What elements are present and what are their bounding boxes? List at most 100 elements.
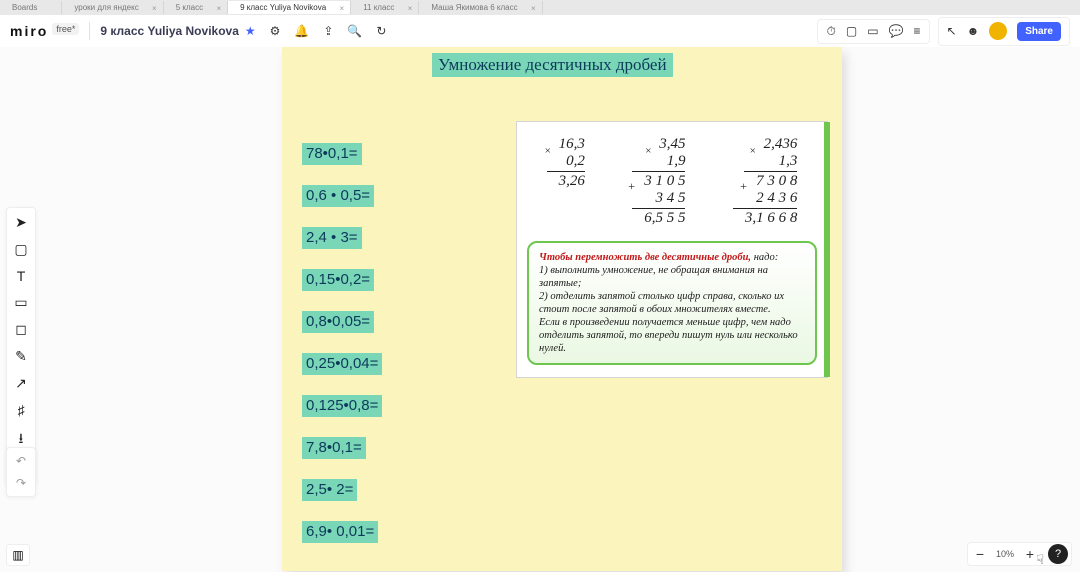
tab-lessons[interactable]: уроки для яндекс × bbox=[62, 1, 163, 14]
tab-9class[interactable]: 9 класс Yuliya Novikova× bbox=[228, 1, 351, 14]
header-collab: ↖ ☻ Share bbox=[938, 17, 1071, 46]
zoom-control: − 10% + ? bbox=[967, 542, 1072, 566]
select-tool-icon[interactable]: ➤ bbox=[15, 214, 27, 231]
comments-icon[interactable]: 💬 bbox=[889, 24, 904, 38]
tool-palette: ➤ ▢ T ▭ ◻ ✎ ↗ ♯ ⭳ ⋯ bbox=[6, 207, 36, 486]
tab-label: Boards bbox=[12, 3, 37, 12]
rule-text: Чтобы перемножить две десятичные дроби, … bbox=[527, 241, 817, 365]
partial: 3 4 5 bbox=[655, 190, 685, 206]
multiplier: 0,2 bbox=[566, 153, 585, 169]
zoom-level[interactable]: 10% bbox=[992, 549, 1018, 559]
plan-badge[interactable]: free* bbox=[52, 23, 79, 35]
note-title[interactable]: Умножение десятичных дробей bbox=[432, 53, 673, 77]
rule-text-part: 2) отделить запятой столько цифр справа,… bbox=[539, 291, 784, 315]
rule-lead: Чтобы перемножить две десятичные дроби, bbox=[539, 252, 751, 263]
text-tool-icon[interactable]: T bbox=[17, 268, 26, 284]
equation[interactable]: 0,6 • 0,5= bbox=[302, 185, 374, 207]
tab-11class[interactable]: 11 класс × bbox=[351, 1, 419, 14]
rule-text-part: Если в произведении получается меньше ци… bbox=[539, 317, 798, 354]
app-header: miro free* 9 класс Yuliya Novikova ★ ⚙ 🔔… bbox=[0, 15, 1080, 48]
close-icon[interactable]: × bbox=[408, 2, 413, 15]
example-3: ×2,436 1,3 +7 3 0 8 2 4 3 6 3,1 6 6 8 bbox=[733, 136, 798, 227]
tab-masha[interactable]: Маша Якимова 6 класс × bbox=[419, 1, 542, 14]
history-icon[interactable]: ↻ bbox=[376, 24, 386, 38]
board-title[interactable]: 9 класс Yuliya Novikova bbox=[100, 24, 239, 38]
export-icon[interactable]: ⇪ bbox=[323, 24, 333, 38]
partial: 3 1 0 5 bbox=[644, 173, 685, 189]
rule-text-part: 1) выполнить умножение, не обращая внима… bbox=[539, 265, 768, 289]
times-icon: × bbox=[645, 143, 651, 160]
multiplicand: 2,436 bbox=[764, 136, 798, 152]
plus-icon: + bbox=[628, 178, 635, 195]
list-icon[interactable]: ≡ bbox=[913, 24, 920, 38]
product: 3,26 bbox=[559, 173, 585, 189]
reactions-icon[interactable]: ☻ bbox=[967, 24, 980, 38]
equation[interactable]: 78•0,1= bbox=[302, 143, 362, 165]
product: 3,1 6 6 8 bbox=[745, 210, 798, 226]
multiplicand: 3,45 bbox=[659, 136, 685, 152]
templates-icon[interactable]: ▢ bbox=[14, 241, 27, 258]
example-1: ×16,3 0,2 3,26 bbox=[547, 136, 585, 227]
multiplicand: 16,3 bbox=[559, 136, 585, 152]
browser-tabstrip: Boards уроки для яндекс × 5 класс × 9 клас… bbox=[0, 0, 1080, 15]
tab-label: 11 класс bbox=[363, 3, 394, 12]
present-icon[interactable]: ▭ bbox=[867, 24, 878, 38]
search-icon[interactable]: 🔍 bbox=[347, 24, 362, 38]
equation[interactable]: 0,25•0,04= bbox=[302, 353, 382, 375]
example-2: ×3,45 1,9 +3 1 0 5 3 4 5 6,5 5 5 bbox=[632, 136, 685, 227]
times-icon: × bbox=[750, 143, 756, 160]
line-tool-icon[interactable]: ↗ bbox=[15, 375, 27, 392]
equation[interactable]: 7,8•0,1= bbox=[302, 437, 366, 459]
partial: 7 3 0 8 bbox=[756, 173, 797, 189]
header-right-tools: ⏱ ▢ ▭ 💬 ≡ bbox=[817, 19, 929, 44]
settings-icon[interactable]: ⚙ bbox=[270, 24, 281, 38]
rule-text-part: надо: bbox=[751, 252, 778, 263]
tab-5class[interactable]: 5 класс × bbox=[164, 1, 228, 14]
shapes-tool-icon[interactable]: ◻ bbox=[15, 321, 27, 338]
bell-icon[interactable]: 🔔 bbox=[294, 24, 309, 38]
close-icon[interactable]: × bbox=[531, 2, 536, 15]
zoom-out-button[interactable]: − bbox=[968, 546, 992, 562]
equation[interactable]: 0,8•0,05= bbox=[302, 311, 374, 333]
minimap-toggle[interactable]: ▥ bbox=[6, 544, 30, 566]
product: 6,5 5 5 bbox=[644, 210, 685, 226]
equation[interactable]: 0,125•0,8= bbox=[302, 395, 382, 417]
equation[interactable]: 2,5• 2= bbox=[302, 479, 357, 501]
miro-logo[interactable]: miro bbox=[10, 23, 48, 39]
redo-icon[interactable]: ↷ bbox=[16, 476, 26, 490]
avatar[interactable] bbox=[989, 22, 1007, 40]
tab-label: уроки для яндекс bbox=[74, 3, 138, 12]
close-icon[interactable]: × bbox=[152, 2, 157, 15]
undo-redo: ↶ ↷ bbox=[6, 447, 36, 497]
panel-accent bbox=[824, 122, 830, 377]
canvas[interactable]: ➤ ▢ T ▭ ◻ ✎ ↗ ♯ ⭳ ⋯ ↶ ↷ Умножение десяти… bbox=[0, 47, 1080, 572]
header-actions: ⚙ 🔔 ⇪ 🔍 ↻ bbox=[270, 24, 387, 38]
undo-icon[interactable]: ↶ bbox=[16, 454, 26, 468]
sticky-tool-icon[interactable]: ▭ bbox=[14, 294, 27, 311]
partial: 2 4 3 6 bbox=[756, 190, 797, 206]
tab-label: Маша Якимова 6 класс bbox=[431, 3, 517, 12]
slides-icon[interactable]: ▢ bbox=[846, 24, 857, 38]
pen-tool-icon[interactable]: ✎ bbox=[15, 348, 27, 365]
sticky-note[interactable]: Умножение десятичных дробей 78•0,1= 0,6 … bbox=[282, 47, 842, 571]
timer-icon[interactable]: ⏱ bbox=[826, 24, 835, 39]
equation[interactable]: 2,4 • 3= bbox=[302, 227, 362, 249]
worked-examples: ×16,3 0,2 3,26 ×3,45 1,9 +3 1 0 5 3 4 5 … bbox=[517, 122, 827, 235]
star-icon[interactable]: ★ bbox=[245, 24, 256, 38]
equation-column: 78•0,1= 0,6 • 0,5= 2,4 • 3= 0,15•0,2= 0,… bbox=[302, 143, 382, 543]
cursor-hand-icon: ☟ bbox=[1036, 552, 1044, 568]
help-button[interactable]: ? bbox=[1048, 544, 1068, 564]
multiplier: 1,9 bbox=[667, 153, 686, 169]
separator bbox=[89, 22, 90, 40]
cursor-icon[interactable]: ↖ bbox=[947, 24, 957, 38]
tab-label: 5 класс bbox=[176, 3, 203, 12]
share-button[interactable]: Share bbox=[1017, 22, 1061, 41]
equation[interactable]: 6,9• 0,01= bbox=[302, 521, 378, 543]
equation[interactable]: 0,15•0,2= bbox=[302, 269, 374, 291]
frame-tool-icon[interactable]: ♯ bbox=[18, 402, 25, 418]
tab-boards[interactable]: Boards bbox=[0, 1, 62, 14]
close-icon[interactable]: × bbox=[216, 2, 221, 15]
close-icon[interactable]: × bbox=[340, 2, 345, 15]
example-panel[interactable]: ×16,3 0,2 3,26 ×3,45 1,9 +3 1 0 5 3 4 5 … bbox=[516, 121, 828, 378]
share-label: Share bbox=[1025, 26, 1053, 37]
